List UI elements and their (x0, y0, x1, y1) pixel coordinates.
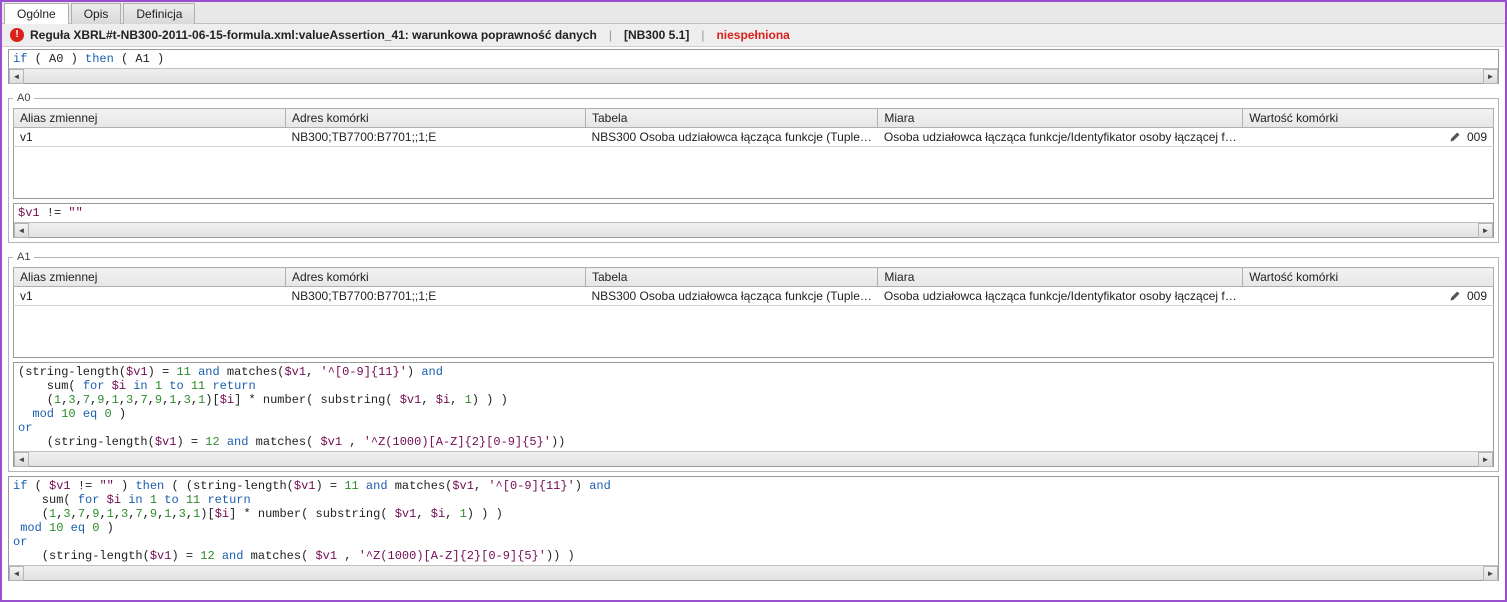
a0-table: Alias zmiennej Adres komórki Tabela Miar… (13, 108, 1494, 199)
code-expression-top: if ( A0 ) then ( A1 ) ◄ ► (8, 49, 1499, 84)
a0-expression-box: $v1 != "" ◄ ► (13, 203, 1494, 238)
scroll-right-icon[interactable]: ► (1478, 223, 1493, 238)
scroll-right-icon[interactable]: ► (1483, 69, 1498, 84)
tab-general[interactable]: Ogólne (4, 3, 69, 24)
block-a1: A1 Alias zmiennej Adres komórki Tabela M… (8, 251, 1499, 472)
scroll-left-icon[interactable]: ◄ (9, 69, 24, 84)
cell-measure: Osoba udziałowca łącząca funkcje/Identyf… (878, 128, 1243, 147)
col-value[interactable]: Wartość komórki (1243, 268, 1494, 287)
table-empty-area (14, 306, 1494, 358)
error-icon: ! (10, 28, 24, 42)
col-value[interactable]: Wartość komórki (1243, 109, 1494, 128)
edit-icon[interactable] (1449, 290, 1461, 302)
code-text[interactable]: $v1 != "" (14, 204, 1493, 222)
block-a0: A0 Alias zmiennej Adres komórki Tabela M… (8, 92, 1499, 243)
table-row[interactable]: v1 NB300;TB7700:B7701;;1;E NBS300 Osoba … (14, 287, 1494, 306)
cell-value-text: 009 (1467, 289, 1487, 303)
validation-panel: Ogólne Opis Definicja ! Reguła XBRL#t-NB… (0, 0, 1507, 602)
cell-alias: v1 (14, 128, 286, 147)
tab-label: Definicja (136, 7, 182, 21)
horizontal-scrollbar[interactable]: ◄ ► (14, 222, 1493, 237)
tab-description[interactable]: Opis (71, 3, 122, 24)
horizontal-scrollbar[interactable]: ◄ ► (9, 68, 1498, 83)
rule-title: Reguła XBRL#t-NB300-2011-06-15-formula.x… (30, 28, 597, 42)
table-row[interactable]: v1 NB300;TB7700:B7701;;1;E NBS300 Osoba … (14, 128, 1494, 147)
scroll-right-icon[interactable]: ► (1483, 566, 1498, 581)
code-text[interactable]: if ( $v1 != "" ) then ( (string-length($… (9, 477, 1498, 565)
rule-ref: [NB300 5.1] (624, 28, 689, 42)
cell-measure: Osoba udziałowca łącząca funkcje/Identyf… (878, 287, 1243, 306)
rule-header: ! Reguła XBRL#t-NB300-2011-06-15-formula… (2, 24, 1505, 47)
tab-label: Opis (84, 7, 109, 21)
cell-value[interactable]: 009 (1243, 128, 1494, 147)
cell-value-text: 009 (1467, 130, 1487, 144)
a1-expression-box: (string-length($v1) = 11 and matches($v1… (13, 362, 1494, 467)
tab-label: Ogólne (17, 7, 56, 21)
scroll-left-icon[interactable]: ◄ (14, 223, 29, 238)
separator-icon: | (701, 28, 704, 42)
col-table[interactable]: Tabela (586, 268, 878, 287)
col-addr[interactable]: Adres komórki (286, 268, 586, 287)
col-measure[interactable]: Miara (878, 268, 1243, 287)
cell-addr: NB300;TB7700:B7701;;1;E (286, 287, 586, 306)
col-addr[interactable]: Adres komórki (286, 109, 586, 128)
separator-icon: | (609, 28, 612, 42)
block-a1-legend: A1 (13, 251, 34, 263)
code-text[interactable]: if ( A0 ) then ( A1 ) (9, 50, 1498, 68)
table-header-row: Alias zmiennej Adres komórki Tabela Miar… (14, 109, 1494, 128)
code-text[interactable]: (string-length($v1) = 11 and matches($v1… (14, 363, 1493, 451)
cell-table: NBS300 Osoba udziałowca łącząca funkcje … (586, 287, 878, 306)
tabs-bar: Ogólne Opis Definicja (2, 2, 1505, 24)
edit-icon[interactable] (1449, 131, 1461, 143)
col-table[interactable]: Tabela (586, 109, 878, 128)
cell-alias: v1 (14, 287, 286, 306)
table-empty-area (14, 147, 1494, 199)
tab-definition[interactable]: Definicja (123, 3, 195, 24)
horizontal-scrollbar[interactable]: ◄ ► (9, 565, 1498, 580)
scroll-left-icon[interactable]: ◄ (9, 566, 24, 581)
cell-table: NBS300 Osoba udziałowca łącząca funkcje … (586, 128, 878, 147)
scroll-left-icon[interactable]: ◄ (14, 452, 29, 467)
col-measure[interactable]: Miara (878, 109, 1243, 128)
code-expression-bottom: if ( $v1 != "" ) then ( (string-length($… (8, 476, 1499, 581)
rule-status: niespełniona (716, 28, 789, 42)
cell-value[interactable]: 009 (1243, 287, 1494, 306)
col-alias[interactable]: Alias zmiennej (14, 268, 286, 287)
cell-addr: NB300;TB7700:B7701;;1;E (286, 128, 586, 147)
a1-table: Alias zmiennej Adres komórki Tabela Miar… (13, 267, 1494, 358)
scroll-right-icon[interactable]: ► (1478, 452, 1493, 467)
horizontal-scrollbar[interactable]: ◄ ► (14, 451, 1493, 466)
col-alias[interactable]: Alias zmiennej (14, 109, 286, 128)
block-a0-legend: A0 (13, 92, 34, 104)
table-header-row: Alias zmiennej Adres komórki Tabela Miar… (14, 268, 1494, 287)
